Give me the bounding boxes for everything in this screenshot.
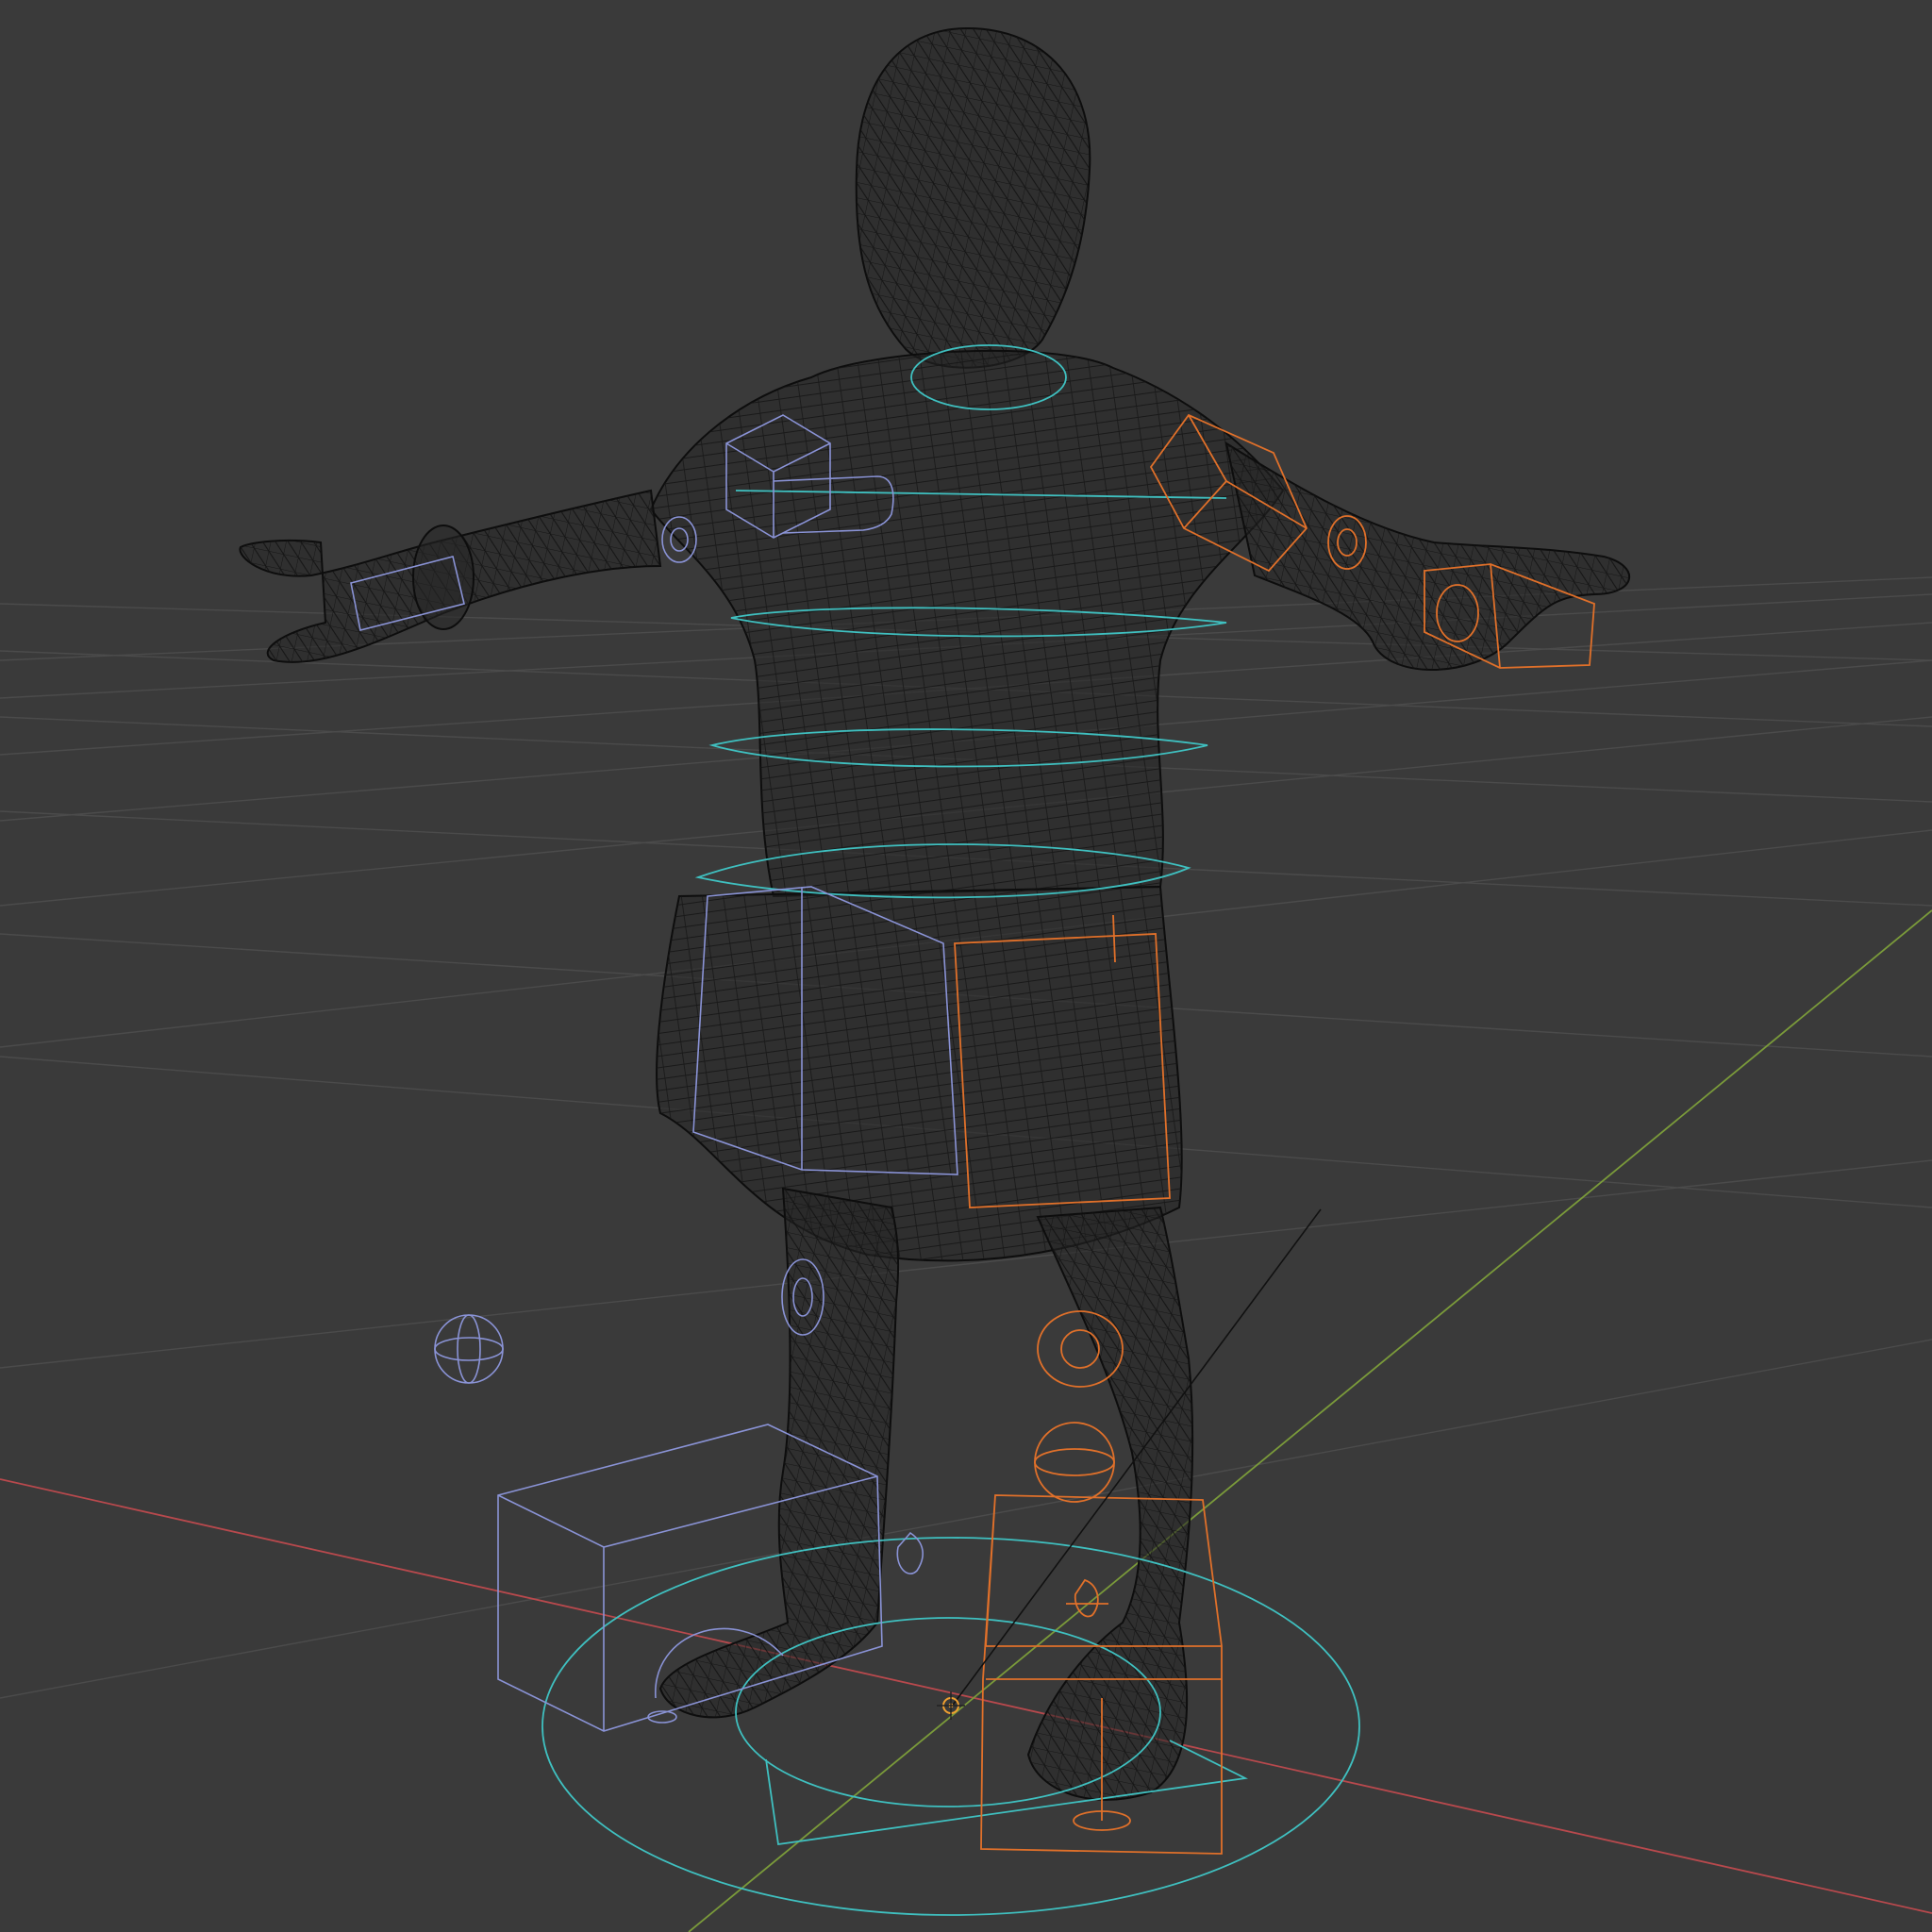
knee-right-ring-inner[interactable]	[1060, 1329, 1100, 1369]
toe-right-ctrl[interactable]	[1066, 1578, 1108, 1618]
3d-viewport[interactable]	[0, 0, 1932, 1932]
pole-target-right[interactable]	[1034, 1422, 1115, 1503]
pole-target-left[interactable]	[434, 1314, 504, 1384]
root-ring[interactable]	[541, 1537, 1360, 1916]
x-axis-line	[0, 1478, 1932, 1914]
character-mesh[interactable]	[239, 26, 1631, 1801]
viewport-canvas[interactable]	[0, 0, 1932, 1932]
